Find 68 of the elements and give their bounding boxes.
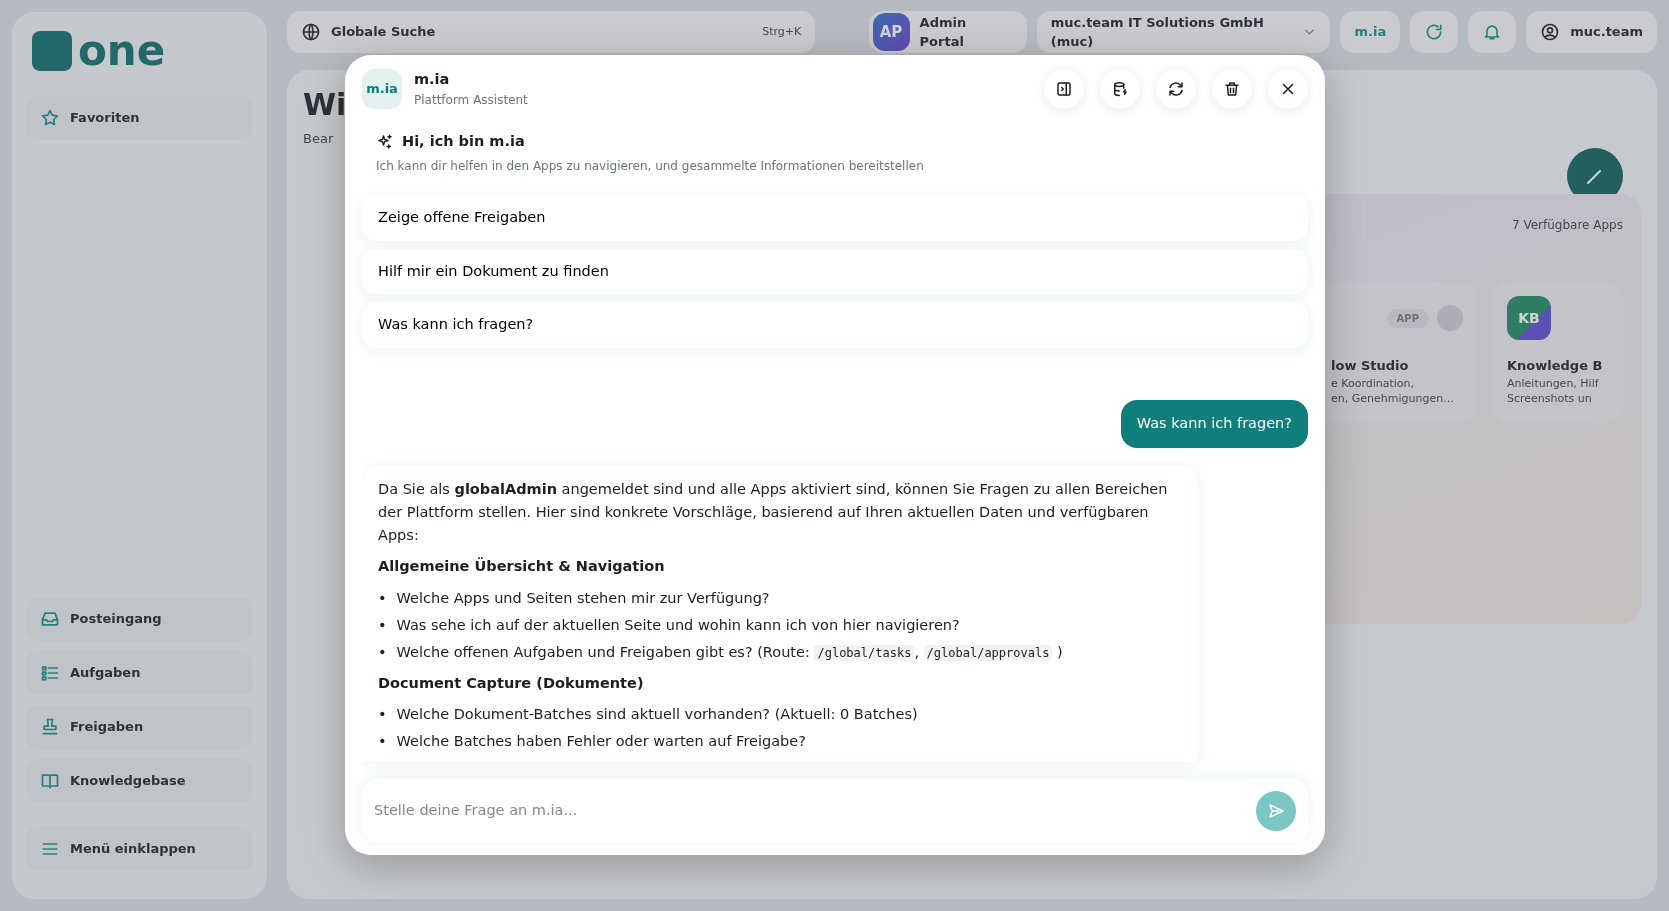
data-button[interactable] — [1100, 69, 1140, 109]
list-item: Welche Dokument-Batches sind aktuell vorhanden? (Aktuell: 0 Batches) — [396, 705, 918, 725]
list-item: Welche Apps und Seiten stehen mir zur Verfügung? — [396, 588, 770, 608]
inbox-icon — [40, 609, 60, 629]
refresh-icon — [1167, 80, 1185, 98]
suggestion-button[interactable]: Hilf mir ein Dokument zu finden — [362, 248, 1308, 295]
organization-name: muc.team IT Solutions GmbH (muc) — [1050, 13, 1265, 51]
section-heading: Document Capture (Dokumente) — [378, 674, 645, 694]
trash-icon — [1223, 80, 1241, 98]
app-description: e Koordination, en, Genehmigungen... — [1331, 375, 1455, 407]
message-paragraph: Da Sie als globalAdmin angemeldet sind und alle Apps aktiviert sind, können Sie Fragen zu allen Bereichen der Plattform stellen. Hier sind konkrete Vorschläge, basierend auf Ihren aktuellen Daten und verfügbaren Apps: — [378, 479, 1169, 546]
refresh-button[interactable] — [1156, 69, 1196, 109]
app-title: low Studio — [1331, 357, 1410, 375]
logo-text: one — [78, 30, 166, 72]
sidebar-item[interactable]: Knowledgebase — [26, 759, 253, 803]
bullet: • — [378, 615, 387, 635]
dialog-subtitle: Plattform Assistent — [414, 91, 529, 109]
user-menu-button[interactable]: muc.team — [1526, 11, 1657, 53]
bullet: • — [378, 732, 387, 752]
page-title: Wi — [303, 88, 347, 121]
sparkles-icon — [376, 132, 394, 151]
search-placeholder: Globale Suche — [331, 23, 437, 42]
page-subtitle: Bear — [303, 130, 334, 148]
user-icon — [1540, 22, 1561, 42]
collapse-menu-button[interactable]: Menü einklappen — [26, 827, 253, 871]
send-icon — [1267, 802, 1285, 820]
sidebar-toggle-button[interactable] — [1044, 69, 1084, 109]
suggestion-button[interactable]: Zeige offene Freigaben — [362, 194, 1308, 241]
app-badge: APP — [1386, 308, 1429, 328]
star-icon — [40, 108, 60, 128]
user-message: Was kann ich fragen? — [1120, 400, 1308, 448]
app-icon: KB — [1507, 296, 1551, 340]
app-title: Knowledge B — [1507, 357, 1604, 375]
database-icon — [1111, 80, 1129, 98]
bullet: • — [378, 642, 387, 662]
book-icon — [40, 771, 60, 791]
greeting-text: Ich kann dir helfen in den Apps zu navigieren, und gesammelte Informationen bereitstellen — [376, 157, 925, 175]
greeting-title: Hi, ich bin m.ia — [402, 132, 525, 151]
sidebar-item[interactable]: Favoriten — [26, 96, 253, 140]
panel-icon — [1055, 80, 1073, 98]
bullet: • — [378, 588, 387, 608]
checklist-icon — [40, 663, 60, 683]
section-heading: Allgemeine Übersicht & Navigation — [378, 556, 666, 577]
app-card[interactable]: KB Knowledge B Anleitungen, Hilf Screenshots un — [1493, 282, 1623, 422]
search-field[interactable]: Globale Suche Strg+K — [287, 11, 816, 53]
shortcut-hint: Strg+K — [762, 23, 802, 40]
stamp-icon — [40, 717, 60, 737]
sidebar-item[interactable]: Posteingang — [26, 597, 253, 641]
list-item: Welche offenen Aufgaben und Freigaben gibt es? (Route: /global/tasks , /global/approvals ) — [396, 642, 1063, 663]
delete-button[interactable] — [1212, 69, 1252, 109]
refresh-icon — [1424, 22, 1445, 42]
globe-icon — [301, 22, 321, 42]
portal-avatar: AP — [872, 13, 910, 51]
list-item: Welche Batches haben Fehler oder warten auf Freigabe? — [396, 732, 806, 752]
app-description: Anleitungen, Hilf Screenshots un — [1507, 375, 1600, 407]
portal-button[interactable]: AP Admin Portal — [868, 11, 1027, 53]
list-item: Was sehe ich auf der aktuellen Seite und wohin kann ich von hier navigieren? — [396, 615, 960, 635]
logo-mark — [32, 31, 72, 71]
close-button[interactable] — [1268, 69, 1308, 109]
assistant-avatar: m.ia — [362, 69, 402, 109]
apps-count: 7 Verfügbare Apps — [1510, 217, 1623, 234]
organization-dropdown[interactable]: muc.team IT Solutions GmbH (muc) — [1036, 11, 1331, 53]
notifications-button[interactable] — [1468, 11, 1517, 53]
bullet: • — [378, 705, 387, 725]
dialog-title: m.ia — [414, 70, 451, 90]
sidebar-item[interactable]: Freigaben — [26, 705, 253, 749]
suggestion-button[interactable]: Was kann ich fragen? — [362, 302, 1308, 348]
sidebar-item[interactable]: Aufgaben — [26, 651, 253, 695]
